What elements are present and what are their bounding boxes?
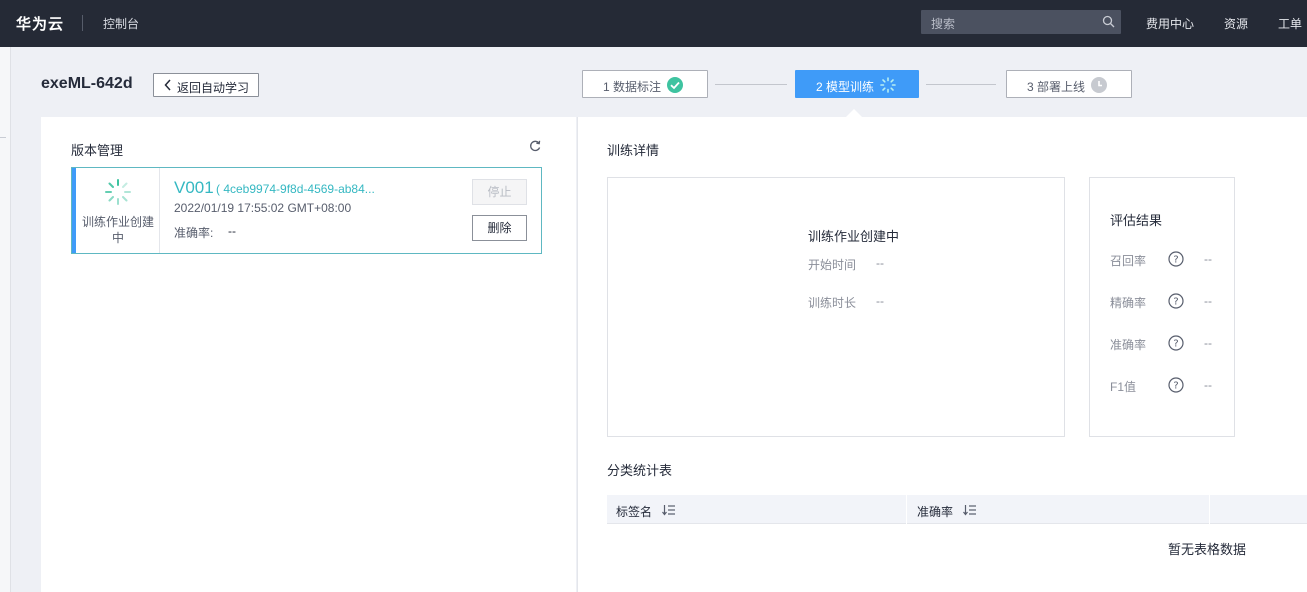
refresh-icon[interactable] <box>529 140 541 152</box>
version-status-text: 训练作业创建中 <box>81 215 154 245</box>
detail-title: 训练详情 <box>607 143 660 158</box>
duration-label: 训练时长 <box>808 296 857 310</box>
divider <box>82 15 83 31</box>
metric-recall-value: -- <box>1204 252 1212 266</box>
search-input[interactable]: 搜索 <box>931 15 955 32</box>
version-status: 训练作业创建中 <box>76 168 160 253</box>
svg-text:?: ? <box>1173 381 1178 392</box>
version-time: 2022/01/19 17:55:02 GMT+08:00 <box>174 201 352 215</box>
nav-billing[interactable]: 费用中心 <box>1146 15 1194 32</box>
stop-button[interactable]: 停止 <box>472 179 527 205</box>
back-button[interactable]: 返回自动学习 <box>153 73 259 97</box>
nav-resources[interactable]: 资源 <box>1224 15 1248 32</box>
svg-text:?: ? <box>1173 297 1178 308</box>
top-bar: 华为云 控制台 搜索 费用中心 资源 工单 <box>0 0 1307 47</box>
start-time-label: 开始时间 <box>808 258 857 272</box>
step-pointer <box>846 109 862 117</box>
step-model-training[interactable]: 2 模型训练 <box>795 70 919 98</box>
metric-accuracy-label: 准确率 <box>1110 338 1147 352</box>
help-icon[interactable]: ? <box>1168 251 1184 267</box>
metric-accuracy-value: -- <box>1204 336 1212 350</box>
back-button-label: 返回自动学习 <box>177 81 250 95</box>
search-box[interactable]: 搜索 <box>921 10 1121 34</box>
help-icon[interactable]: ? <box>1168 335 1184 351</box>
start-time-value: -- <box>876 256 884 270</box>
side-strip <box>0 47 11 592</box>
step-label: 1 数据标注 <box>603 80 662 94</box>
check-circle-icon <box>667 77 683 93</box>
metric-precision-label: 精确率 <box>1110 296 1147 310</box>
metric-precision-value: -- <box>1204 294 1212 308</box>
accuracy-value: -- <box>228 224 236 238</box>
metric-f1-label: F1值 <box>1110 380 1137 394</box>
job-id: ( 4ceb9974-9f8d-4569-ab84... <box>216 182 375 196</box>
help-icon[interactable]: ? <box>1168 377 1184 393</box>
stats-table-header: 标签名 准确率 <box>607 495 1307 524</box>
chevron-left-icon <box>164 79 171 91</box>
step-data-labeling[interactable]: 1 数据标注 <box>582 70 708 98</box>
stats-table-title: 分类统计表 <box>607 463 673 478</box>
step-label: 2 模型训练 <box>816 80 875 94</box>
version-title: 版本管理 <box>71 143 124 158</box>
sort-icon[interactable] <box>662 504 676 516</box>
eval-title: 评估结果 <box>1110 213 1163 228</box>
sort-icon[interactable] <box>963 504 977 516</box>
loading-spinner-icon <box>880 77 896 93</box>
page-title: exeML-642d <box>41 75 133 92</box>
column-accuracy: 准确率 <box>917 505 954 519</box>
training-status: 训练作业创建中 <box>808 229 900 244</box>
delete-button[interactable]: 删除 <box>472 215 527 241</box>
console-link[interactable]: 控制台 <box>103 15 139 32</box>
version-number: V001 <box>174 178 214 197</box>
version-card[interactable]: 训练作业创建中 V001 ( 4ceb9974-9f8d-4569-ab84..… <box>71 167 542 254</box>
nav-tickets[interactable]: 工单 <box>1278 15 1302 32</box>
duration-value: -- <box>876 294 884 308</box>
metric-recall-label: 召回率 <box>1110 254 1147 268</box>
column-tag-name: 标签名 <box>616 505 653 519</box>
eval-box: 评估结果 召回率 ? -- 精确率 ? -- 准确率 ? -- F1值 ? -- <box>1089 177 1235 437</box>
loading-spinner-icon <box>105 179 131 205</box>
step-deploy[interactable]: 3 部署上线 <box>1006 70 1132 98</box>
accuracy-label: 准确率: <box>174 226 214 240</box>
metric-f1-value: -- <box>1204 378 1212 392</box>
help-icon[interactable]: ? <box>1168 293 1184 309</box>
training-detail-box: 训练作业创建中 开始时间 -- 训练时长 -- <box>607 177 1065 437</box>
svg-text:?: ? <box>1173 339 1178 350</box>
clock-icon <box>1091 77 1107 93</box>
brand-logo[interactable]: 华为云 <box>16 13 64 34</box>
search-icon[interactable] <box>1102 15 1115 28</box>
empty-table-text: 暂无表格数据 <box>1168 542 1247 557</box>
svg-text:?: ? <box>1173 255 1178 266</box>
step-label: 3 部署上线 <box>1027 80 1086 94</box>
